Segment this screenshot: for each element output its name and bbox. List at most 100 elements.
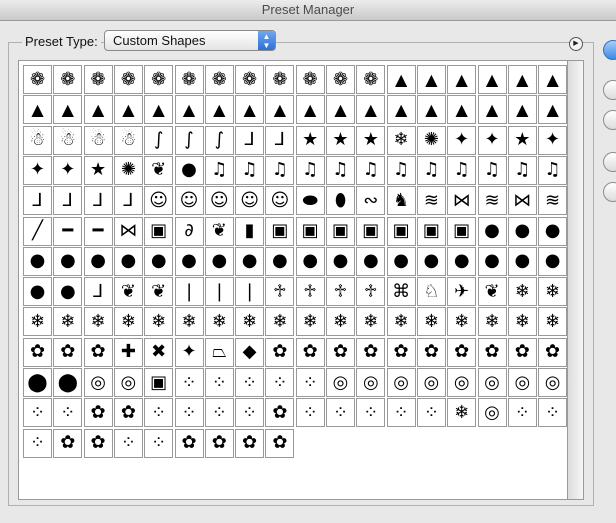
sparkle-icon[interactable]: ✦ [477,125,507,155]
holly-icon[interactable]: ❦ [113,277,143,307]
ornament-icon[interactable]: ● [326,246,355,276]
ring-icon[interactable]: ◎ [538,368,568,397]
ring-icon[interactable]: ◎ [83,368,113,397]
dot-ring-icon[interactable]: ⁘ [235,368,265,397]
flower-icon[interactable]: ✿ [295,337,325,367]
ribbon-icon[interactable]: ━ [53,216,83,246]
snowflake-icon[interactable]: ❄ [477,307,507,337]
snowflake-icon[interactable]: ❄ [538,307,568,337]
ring-icon[interactable]: ◎ [507,368,537,397]
flower-icon[interactable]: ✿ [83,428,113,458]
sparkle-icon[interactable]: ✦ [23,155,52,185]
dot-ring-icon[interactable]: ⁘ [538,398,568,428]
lights-icon[interactable]: ∾ [356,186,386,216]
dot-ring-icon[interactable]: ⁘ [295,398,325,428]
bell-icon[interactable]: ♫ [507,155,537,185]
angel-icon[interactable]: ♱ [356,277,386,307]
snowman-icon[interactable]: ☃ [83,125,113,155]
snowflake-icon[interactable]: ❄ [235,307,265,337]
bell-icon[interactable]: ♫ [265,155,295,185]
snowflake-icon[interactable]: ❄ [144,307,174,337]
wreath-icon[interactable]: ❁ [113,65,143,94]
bell-icon[interactable]: ♫ [326,155,355,185]
cross-icon[interactable]: ✚ [113,337,143,367]
ornament-icon[interactable]: ● [23,277,52,307]
curl-icon[interactable]: ∂ [174,216,204,246]
snowflake-icon[interactable]: ❄ [356,307,386,337]
stocking-icon[interactable]: ∫ [204,125,234,155]
dot-ring-icon[interactable]: ⁘ [23,398,52,428]
dot-ring-icon[interactable]: ⁘ [144,398,174,428]
trapezoid-icon[interactable]: ⏢ [204,337,234,367]
gift-icon[interactable]: ▣ [295,216,325,246]
tree-icon[interactable]: ▲ [295,95,325,125]
bell-icon[interactable]: ♫ [447,155,477,185]
candy-icon[interactable]: ⌘ [386,277,416,307]
snowflake-icon[interactable]: ❄ [447,398,477,428]
dot-ring-icon[interactable]: ⁘ [53,398,83,428]
tree-icon[interactable]: ▲ [416,95,446,125]
garland-icon[interactable]: ≋ [416,186,446,216]
snowflake-icon[interactable]: ❄ [174,307,204,337]
gift-icon[interactable]: ▣ [386,216,416,246]
dot-ring-icon[interactable]: ⁘ [23,428,52,458]
tree-icon[interactable]: ▲ [477,65,507,94]
candy-cane-icon[interactable]: ⅃ [53,186,83,216]
santa-icon[interactable]: ☺ [204,186,234,216]
angel-icon[interactable]: ♱ [265,277,295,307]
side-button[interactable] [603,110,616,130]
snowflake-icon[interactable]: ❄ [447,307,477,337]
sparkle-icon[interactable]: ✦ [174,337,204,367]
santa-icon[interactable]: ☺ [174,186,204,216]
flower-icon[interactable]: ✿ [265,428,295,458]
flower-icon[interactable]: ✿ [83,398,113,428]
snowman-icon[interactable]: ☃ [113,125,143,155]
snowflake-icon[interactable]: ❄ [295,307,325,337]
dot-ring-icon[interactable]: ⁘ [507,398,537,428]
star-icon[interactable]: ★ [356,125,386,155]
garland-icon[interactable]: ≋ [538,186,568,216]
candy-cane-icon[interactable]: ⅃ [83,186,113,216]
ornament-icon[interactable]: ● [477,216,507,246]
flower-icon[interactable]: ✿ [386,337,416,367]
star-icon[interactable]: ★ [83,155,113,185]
wreath-icon[interactable]: ❁ [235,65,265,94]
wreath-icon[interactable]: ❁ [53,65,83,94]
ring-icon[interactable]: ◎ [447,368,477,397]
stocking-icon[interactable]: ∫ [144,125,174,155]
flower-icon[interactable]: ✿ [53,428,83,458]
holly-icon[interactable]: ❦ [477,277,507,307]
tree-icon[interactable]: ▲ [507,65,537,94]
dot-ring-icon[interactable]: ⁘ [174,398,204,428]
wreath-icon[interactable]: ❁ [295,65,325,94]
ornament-icon[interactable]: ● [265,246,295,276]
flower-icon[interactable]: ✿ [416,337,446,367]
candy-cane-icon[interactable]: ⅃ [83,277,113,307]
ornament-icon[interactable]: ● [174,246,204,276]
ring-icon[interactable]: ◎ [113,368,143,397]
snowflake-icon[interactable]: ❄ [326,307,355,337]
bell-icon[interactable]: ♫ [477,155,507,185]
dot-ring-icon[interactable]: ⁘ [235,398,265,428]
circle-icon[interactable]: ⬤ [23,368,52,397]
ornament-icon[interactable]: ● [174,155,204,185]
gift-icon[interactable]: ▣ [265,216,295,246]
side-button[interactable] [603,80,616,100]
angel-icon[interactable]: ♱ [295,277,325,307]
snowflake-icon[interactable]: ❄ [204,307,234,337]
tree-icon[interactable]: ▲ [447,95,477,125]
bell-icon[interactable]: ♫ [356,155,386,185]
santa-icon[interactable]: ☺ [235,186,265,216]
holly-icon[interactable]: ❦ [204,216,234,246]
bell-icon[interactable]: ♫ [204,155,234,185]
flower-icon[interactable]: ✿ [265,337,295,367]
sparkle-icon[interactable]: ✦ [53,155,83,185]
dot-ring-icon[interactable]: ⁘ [204,368,234,397]
tree-icon[interactable]: ▲ [326,95,355,125]
dot-ring-icon[interactable]: ⁘ [265,368,295,397]
star-icon[interactable]: ★ [295,125,325,155]
snowflake-icon[interactable]: ❄ [83,307,113,337]
candle-icon[interactable]: ❘ [204,277,234,307]
candle-icon[interactable]: ❘ [235,277,265,307]
wreath-icon[interactable]: ❁ [204,65,234,94]
